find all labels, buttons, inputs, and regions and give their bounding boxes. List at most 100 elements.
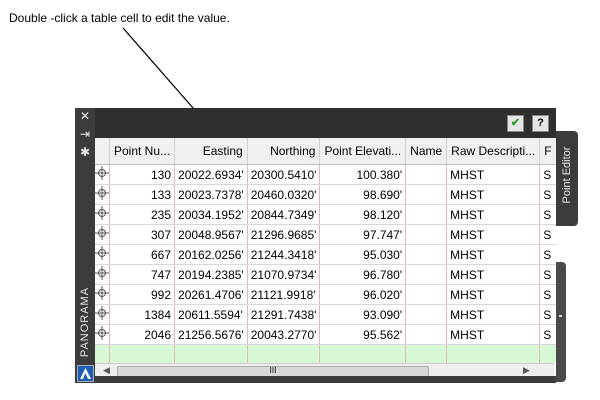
name-cell[interactable] xyxy=(405,304,448,325)
elevation-cell[interactable]: 98.690' xyxy=(319,184,407,205)
name-cell[interactable] xyxy=(405,204,448,225)
table-row[interactable]: 747 20194.2385' 21070.9734' 96.780' MHST S xyxy=(95,264,556,285)
full-description-cell[interactable]: S xyxy=(539,224,556,245)
point-marker-icon xyxy=(95,184,110,205)
northing-cell[interactable]: 20844.7349' xyxy=(247,204,321,225)
name-cell[interactable] xyxy=(405,284,448,305)
raw-description-cell[interactable]: MHST xyxy=(446,204,541,225)
column-header-easting-column[interactable]: Easting xyxy=(174,138,248,165)
elevation-cell[interactable]: 96.780' xyxy=(319,264,407,285)
elevation-cell[interactable]: 93.090' xyxy=(319,304,407,325)
new-row-cell[interactable] xyxy=(247,344,321,363)
point-number-cell[interactable]: 2046 xyxy=(109,324,176,345)
new-row-cell[interactable] xyxy=(174,344,248,363)
table-row[interactable]: 130 20022.6934' 20300.5410' 100.380' MHST S xyxy=(95,164,556,185)
easting-cell[interactable]: 20023.7378' xyxy=(174,184,248,205)
easting-cell[interactable]: 20162.0256' xyxy=(174,244,248,265)
table-row[interactable]: 1384 20611.5594' 21291.7438' 93.090' MHST S xyxy=(95,304,556,325)
point-number-cell[interactable]: 235 xyxy=(109,204,176,225)
checkmark-icon[interactable]: ✔ xyxy=(507,115,524,132)
settings-icon[interactable]: ✱ xyxy=(75,144,95,160)
easting-cell[interactable]: 20048.9567' xyxy=(174,224,248,245)
full-description-cell[interactable]: S xyxy=(539,284,556,305)
raw-description-cell[interactable]: MHST xyxy=(446,264,541,285)
elevation-cell[interactable]: 95.562' xyxy=(319,324,407,345)
northing-cell[interactable]: 20300.5410' xyxy=(247,164,321,185)
elevation-cell[interactable]: 100.380' xyxy=(319,164,407,185)
northing-cell[interactable]: 21121.9918' xyxy=(247,284,321,305)
easting-cell[interactable]: 20022.6934' xyxy=(174,164,248,185)
easting-cell[interactable]: 20034.1952' xyxy=(174,204,248,225)
name-cell[interactable] xyxy=(405,184,448,205)
column-header-point-number-column[interactable]: Point Nu... xyxy=(109,138,176,165)
point-number-cell[interactable]: 133 xyxy=(109,184,176,205)
tab-point-editor[interactable]: Point Editor xyxy=(556,131,578,226)
help-button[interactable]: ? xyxy=(532,115,549,132)
column-header-northing-column[interactable]: Northing xyxy=(247,138,321,165)
name-cell[interactable] xyxy=(405,244,448,265)
point-number-cell[interactable]: 1384 xyxy=(109,304,176,325)
close-icon[interactable]: ✕ xyxy=(75,108,95,124)
elevation-cell[interactable]: 96.020' xyxy=(319,284,407,305)
raw-description-cell[interactable]: MHST xyxy=(446,284,541,305)
tab-secondary[interactable] xyxy=(556,262,566,382)
northing-cell[interactable]: 20043.2770' xyxy=(247,324,321,345)
full-description-cell[interactable]: S xyxy=(539,204,556,225)
raw-description-cell[interactable]: MHST xyxy=(446,304,541,325)
easting-cell[interactable]: 20194.2385' xyxy=(174,264,248,285)
column-header-icon-column[interactable] xyxy=(95,138,110,165)
name-cell[interactable] xyxy=(405,224,448,245)
column-header-name-column[interactable]: Name xyxy=(405,138,448,165)
table-row[interactable]: 667 20162.0256' 21244.3418' 95.030' MHST S xyxy=(95,244,556,265)
new-point-row[interactable] xyxy=(95,344,556,363)
elevation-cell[interactable]: 95.030' xyxy=(319,244,407,265)
point-number-cell[interactable]: 307 xyxy=(109,224,176,245)
easting-cell[interactable]: 21256.5676' xyxy=(174,324,248,345)
full-description-cell[interactable]: S xyxy=(539,184,556,205)
point-editor-grid: Point Nu... Easting Northing Point Elevati.… xyxy=(95,138,556,363)
northing-cell[interactable]: 21291.7438' xyxy=(247,304,321,325)
new-row-cell[interactable] xyxy=(405,344,448,363)
northing-cell[interactable]: 21296.9685' xyxy=(247,224,321,245)
raw-description-cell[interactable]: MHST xyxy=(446,184,541,205)
full-description-cell[interactable]: S xyxy=(539,164,556,185)
northing-cell[interactable]: 20460.0320' xyxy=(247,184,321,205)
easting-cell[interactable]: 20611.5594' xyxy=(174,304,248,325)
easting-cell[interactable]: 20261.4706' xyxy=(174,284,248,305)
name-cell[interactable] xyxy=(405,164,448,185)
northing-cell[interactable]: 21244.3418' xyxy=(247,244,321,265)
column-header-full-description-column[interactable]: F xyxy=(539,138,556,165)
point-number-cell[interactable]: 747 xyxy=(109,264,176,285)
raw-description-cell[interactable]: MHST xyxy=(446,224,541,245)
table-row[interactable]: 133 20023.7378' 20460.0320' 98.690' MHST S xyxy=(95,184,556,205)
full-description-cell[interactable]: S xyxy=(539,324,556,345)
table-row[interactable]: 235 20034.1952' 20844.7349' 98.120' MHST S xyxy=(95,204,556,225)
column-header-elevation-column[interactable]: Point Elevati... xyxy=(319,138,407,165)
elevation-cell[interactable]: 98.120' xyxy=(319,204,407,225)
full-description-cell[interactable]: S xyxy=(539,264,556,285)
new-row-cell[interactable] xyxy=(539,344,556,363)
point-number-cell[interactable]: 667 xyxy=(109,244,176,265)
name-cell[interactable] xyxy=(405,324,448,345)
northing-cell[interactable]: 21070.9734' xyxy=(247,264,321,285)
tab-point-editor-label: Point Editor xyxy=(561,146,573,204)
column-header-raw-description-column[interactable]: Raw Descripti... xyxy=(446,138,541,165)
horizontal-scrollbar[interactable]: ◀ III ▶ xyxy=(95,363,554,377)
table-row[interactable]: 2046 21256.5676' 20043.2770' 95.562' MHST S xyxy=(95,324,556,345)
name-cell[interactable] xyxy=(405,264,448,285)
full-description-cell[interactable]: S xyxy=(539,244,556,265)
point-number-cell[interactable]: 130 xyxy=(109,164,176,185)
new-row-cell[interactable] xyxy=(319,344,407,363)
new-row-cell[interactable] xyxy=(95,344,110,363)
point-number-cell[interactable]: 992 xyxy=(109,284,176,305)
raw-description-cell[interactable]: MHST xyxy=(446,324,541,345)
table-row[interactable]: 992 20261.4706' 21121.9918' 96.020' MHST S xyxy=(95,284,556,305)
table-row[interactable]: 307 20048.9567' 21296.9685' 97.747' MHST S xyxy=(95,224,556,245)
elevation-cell[interactable]: 97.747' xyxy=(319,224,407,245)
raw-description-cell[interactable]: MHST xyxy=(446,164,541,185)
full-description-cell[interactable]: S xyxy=(539,304,556,325)
pin-icon[interactable]: ⇥ xyxy=(75,126,95,142)
new-row-cell[interactable] xyxy=(109,344,176,363)
new-row-cell[interactable] xyxy=(446,344,541,363)
raw-description-cell[interactable]: MHST xyxy=(446,244,541,265)
